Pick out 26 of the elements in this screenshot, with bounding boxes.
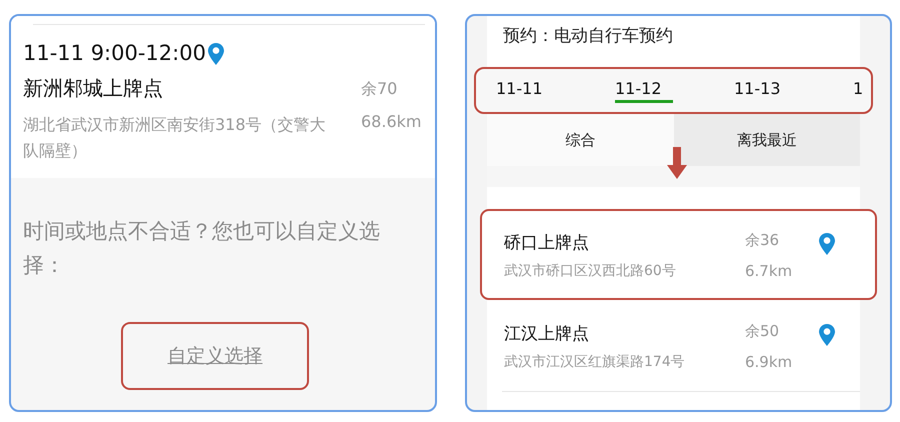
station-address: 武汉市江汉区红旗渠路174号: [504, 353, 685, 371]
prompt-text: 时间或地点不合适？您也可以自定义选择：: [23, 218, 381, 279]
sort-tab[interactable]: 离我最近: [674, 114, 860, 166]
distance: 6.7km: [745, 262, 794, 280]
date-tab[interactable]: 1: [853, 78, 864, 102]
station-name: 江汉上牌点: [504, 323, 590, 345]
remaining-count: 余36: [745, 231, 780, 250]
page-header: 预约：电动自行车预约: [502, 25, 674, 48]
station-address: 武汉市硚口区汉西北路60号: [504, 262, 676, 280]
station-name: 新洲邾城上牌点: [23, 75, 163, 102]
location-pin-icon: [819, 324, 835, 346]
distance: 68.6km: [361, 112, 422, 133]
remaining-count: 余70: [361, 78, 398, 100]
station-address: 湖北省武汉市新洲区南安街318号（交警大队隔壁）: [23, 114, 327, 162]
sort-tab[interactable]: 综合: [487, 114, 674, 166]
time-slot: 11-11 9:00-12:00: [23, 41, 206, 65]
location-pin-icon: [208, 43, 224, 65]
station-name: 硚口上牌点: [504, 232, 590, 254]
date-tab[interactable]: 11-12: [615, 78, 673, 102]
location-pin-icon: [819, 233, 835, 255]
remaining-count: 余50: [745, 322, 780, 341]
distance: 6.9km: [745, 353, 794, 371]
date-tab[interactable]: 11-13: [734, 78, 853, 102]
date-tab[interactable]: 11-11: [496, 78, 615, 102]
station-card[interactable]: 硚口上牌点 武汉市硚口区汉西北路60号 余36 6.7km: [480, 209, 877, 300]
down-arrow-icon: [667, 147, 687, 179]
